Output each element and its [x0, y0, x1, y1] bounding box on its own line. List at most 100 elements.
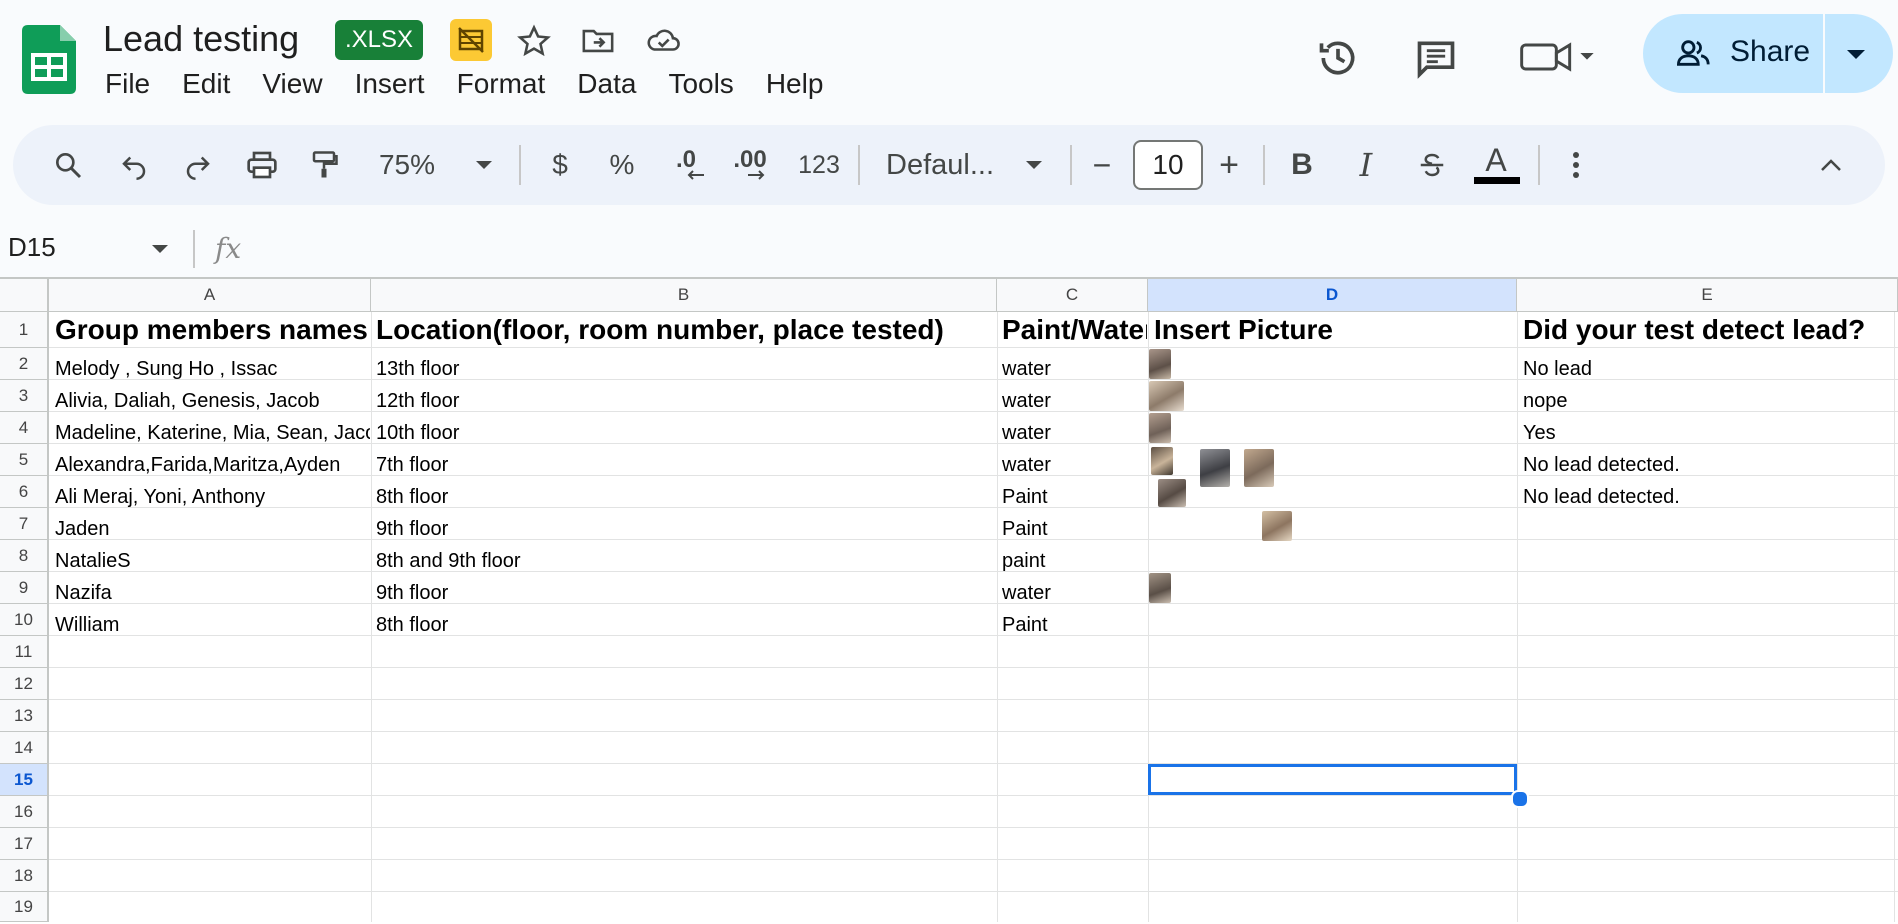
cell-c6[interactable]: Paint [1002, 486, 1146, 509]
cell-a10[interactable]: William [55, 614, 370, 637]
row-header[interactable]: 11 [0, 636, 49, 668]
zoom-dropdown-icon[interactable] [472, 140, 496, 190]
row-header-selected[interactable]: 15 [0, 764, 49, 796]
cell-e5[interactable]: No lead detected. [1523, 454, 1893, 477]
cell-e1[interactable]: Did your test detect lead? [1523, 314, 1893, 346]
row-header[interactable]: 4 [0, 412, 49, 444]
version-history-icon[interactable] [1310, 30, 1366, 86]
cell-e4[interactable]: Yes [1523, 422, 1893, 445]
row-header[interactable]: 5 [0, 444, 49, 476]
cell-b4[interactable]: 10th floor [376, 422, 994, 445]
name-box-dropdown-icon[interactable] [151, 242, 169, 260]
inserted-picture[interactable] [1158, 479, 1186, 507]
cell-d1[interactable]: Insert Picture [1154, 314, 1514, 346]
row-header[interactable]: 1 [0, 312, 49, 348]
text-color-button[interactable]: A [1472, 142, 1520, 182]
cell-c8[interactable]: paint [1002, 550, 1146, 573]
column-header-c[interactable]: C [997, 279, 1148, 312]
row-header[interactable]: 7 [0, 508, 49, 540]
no-filter-icon[interactable] [450, 19, 492, 61]
cell-a8[interactable]: NatalieS [55, 550, 370, 573]
cell-c4[interactable]: water [1002, 422, 1146, 445]
selected-cell-d15[interactable] [1148, 764, 1517, 795]
document-title[interactable]: Lead testing [103, 18, 299, 60]
cell-b5[interactable]: 7th floor [376, 454, 994, 477]
cell-a7[interactable]: Jaden [55, 518, 370, 541]
cell-a9[interactable]: Nazifa [55, 582, 370, 605]
cell-a5[interactable]: Alexandra,Farida,Maritza,Ayden [55, 454, 370, 477]
menu-help[interactable]: Help [766, 68, 824, 100]
select-all-corner[interactable] [0, 279, 49, 312]
column-header-e[interactable]: E [1517, 279, 1898, 312]
inserted-picture[interactable] [1244, 449, 1274, 487]
percent-format-button[interactable]: % [604, 140, 640, 190]
row-header[interactable]: 19 [0, 892, 49, 922]
more-options-icon[interactable] [1564, 140, 1588, 190]
cell-b8[interactable]: 8th and 9th floor [376, 550, 994, 573]
inserted-picture[interactable] [1149, 349, 1171, 379]
cell-c10[interactable]: Paint [1002, 614, 1146, 637]
move-folder-icon[interactable] [576, 19, 620, 63]
strikethrough-icon[interactable] [1410, 140, 1454, 190]
collapse-menus-icon[interactable] [1816, 140, 1846, 190]
more-formats-button[interactable]: 123 [794, 140, 844, 190]
cell-a6[interactable]: Ali Meraj, Yoni, Anthony [55, 486, 370, 509]
cell-b2[interactable]: 13th floor [376, 358, 994, 381]
column-header-a[interactable]: A [49, 279, 371, 312]
menu-tools[interactable]: Tools [668, 68, 733, 100]
name-box[interactable]: D15 [8, 232, 56, 263]
cell-c1[interactable]: Paint/Water [1002, 314, 1147, 346]
cell-a3[interactable]: Alivia, Daliah, Genesis, Jacob [55, 390, 370, 413]
cell-b6[interactable]: 8th floor [376, 486, 994, 509]
menu-data[interactable]: Data [577, 68, 636, 100]
column-header-d[interactable]: D [1148, 279, 1517, 312]
cell-b7[interactable]: 9th floor [376, 518, 994, 541]
cell-e6[interactable]: No lead detected. [1523, 486, 1893, 509]
font-family-select[interactable]: Defaul... [886, 140, 1006, 190]
print-icon[interactable] [240, 140, 284, 190]
cell-c9[interactable]: water [1002, 582, 1146, 605]
cell-a4[interactable]: Madeline, Katerine, Mia, Sean, Jacob [55, 422, 370, 445]
undo-icon[interactable] [112, 140, 156, 190]
bold-button[interactable]: B [1288, 140, 1316, 190]
zoom-value[interactable]: 75% [372, 140, 442, 190]
meet-video-icon[interactable] [1518, 32, 1600, 82]
inserted-picture[interactable] [1149, 573, 1171, 603]
cell-b1[interactable]: Location(floor, room number, place teste… [376, 314, 994, 346]
file-format-badge[interactable]: .XLSX [335, 20, 423, 60]
menu-insert[interactable]: Insert [355, 68, 425, 100]
cell-b10[interactable]: 8th floor [376, 614, 994, 637]
italic-button[interactable]: I [1352, 140, 1380, 190]
row-header[interactable]: 8 [0, 540, 49, 572]
row-header[interactable]: 18 [0, 860, 49, 892]
cloud-saved-icon[interactable] [641, 19, 685, 63]
row-header[interactable]: 2 [0, 348, 49, 380]
cell-e3[interactable]: nope [1523, 390, 1893, 413]
cell-e2[interactable]: No lead [1523, 358, 1893, 381]
increase-font-size-button[interactable]: + [1217, 140, 1241, 190]
inserted-picture[interactable] [1149, 413, 1171, 443]
row-header[interactable]: 10 [0, 604, 49, 636]
cell-b3[interactable]: 12th floor [376, 390, 994, 413]
row-header[interactable]: 16 [0, 796, 49, 828]
menu-format[interactable]: Format [457, 68, 546, 100]
inserted-picture[interactable] [1149, 381, 1184, 411]
cell-a1[interactable]: Group members names [55, 314, 368, 346]
inserted-picture[interactable] [1262, 511, 1292, 541]
star-icon[interactable] [512, 19, 556, 63]
cell-c2[interactable]: water [1002, 358, 1146, 381]
cell-c7[interactable]: Paint [1002, 518, 1146, 541]
paint-format-icon[interactable] [302, 140, 346, 190]
decrease-font-size-button[interactable]: − [1090, 140, 1114, 190]
font-size-input[interactable]: 10 [1133, 140, 1203, 190]
font-dropdown-icon[interactable] [1022, 140, 1046, 190]
currency-format-button[interactable]: $ [542, 140, 578, 190]
inserted-picture[interactable] [1200, 449, 1230, 487]
cell-a2[interactable]: Melody , Sung Ho , Issac [55, 358, 370, 381]
row-header[interactable]: 6 [0, 476, 49, 508]
search-menus-icon[interactable] [46, 140, 90, 190]
menu-view[interactable]: View [262, 68, 322, 100]
sheets-logo-icon[interactable] [22, 25, 76, 94]
cell-b9[interactable]: 9th floor [376, 582, 994, 605]
menu-file[interactable]: File [105, 68, 150, 100]
